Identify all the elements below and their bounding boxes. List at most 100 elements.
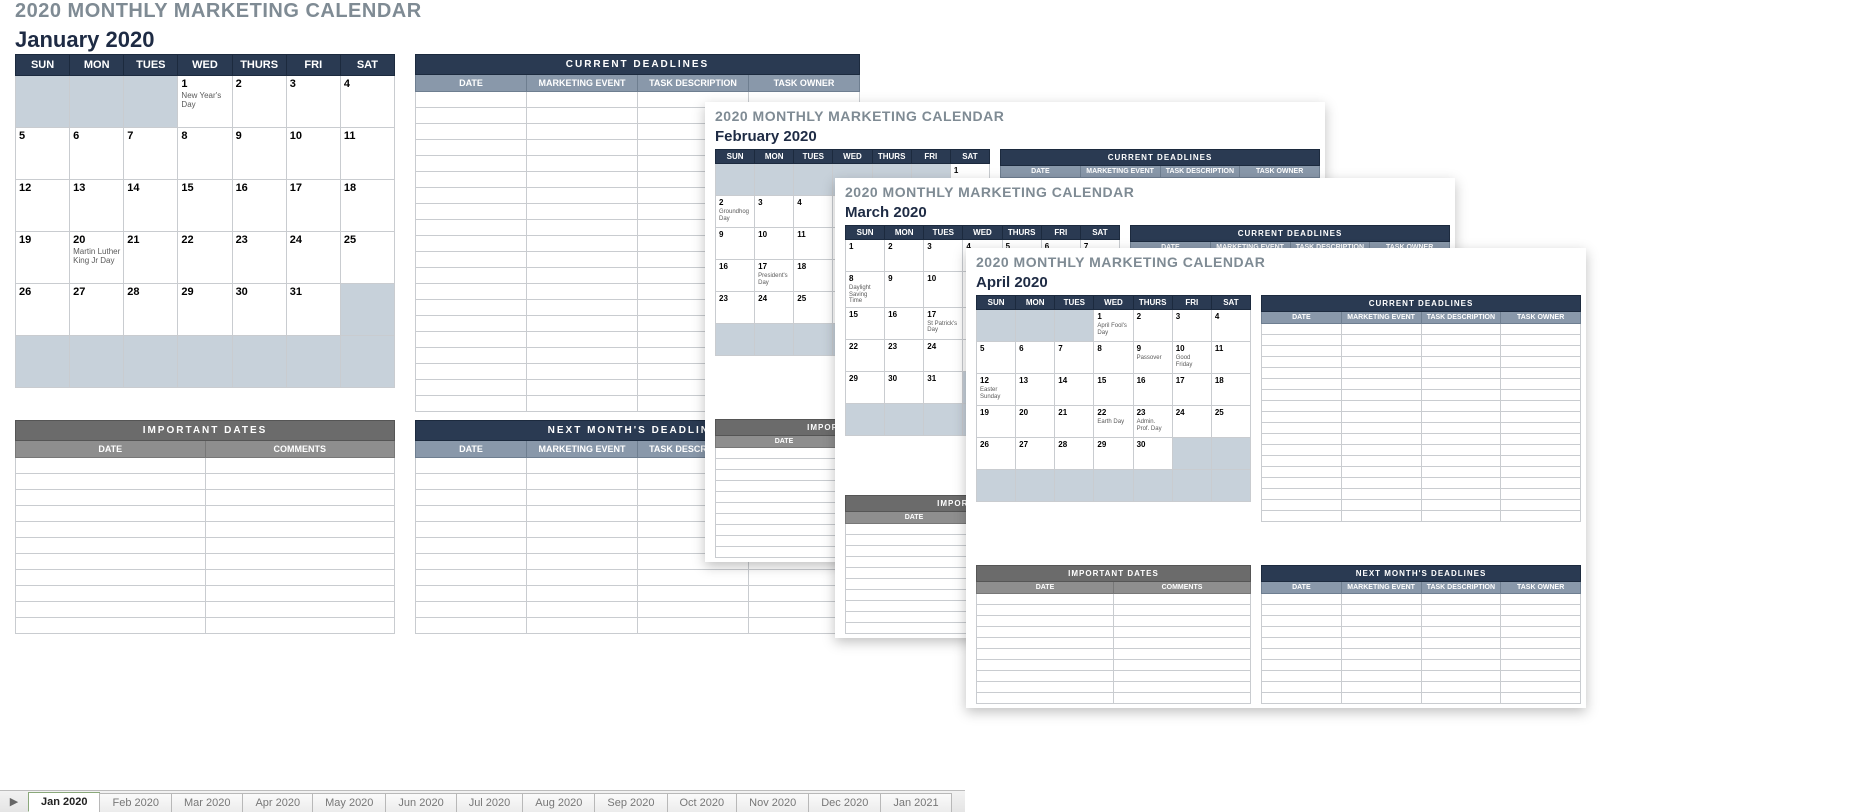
calendar-cell[interactable]: 24	[924, 339, 963, 371]
calendar-cell[interactable]	[1016, 470, 1055, 502]
table-row[interactable]	[1262, 401, 1581, 412]
sheet-tab[interactable]: Jan 2021	[880, 793, 951, 812]
table-row[interactable]	[1262, 445, 1581, 456]
calendar-cell[interactable]: 9Passover	[1133, 342, 1172, 374]
table-row[interactable]	[977, 638, 1251, 649]
calendar-cell[interactable]: 22	[178, 232, 232, 284]
calendar-cell[interactable]	[178, 336, 232, 388]
calendar-cell[interactable]	[232, 336, 286, 388]
calendar-cell[interactable]: 18	[794, 260, 833, 292]
calendar-cell[interactable]: 16	[232, 180, 286, 232]
calendar-cell[interactable]: 26	[16, 284, 70, 336]
calendar-cell[interactable]: 14	[1055, 374, 1094, 406]
table-row[interactable]	[16, 586, 395, 602]
calendar-cell[interactable]: 16	[716, 260, 755, 292]
table-row[interactable]	[416, 586, 860, 602]
table-row[interactable]	[16, 538, 395, 554]
calendar-cell[interactable]: 28	[124, 284, 178, 336]
calendar-cell[interactable]: 1New Year's Day	[178, 76, 232, 128]
calendar-cell[interactable]: 17	[286, 180, 340, 232]
calendar-cell[interactable]: 29	[178, 284, 232, 336]
calendar-cell[interactable]: 12Easter Sunday	[977, 374, 1016, 406]
calendar-cell[interactable]: 7	[1055, 342, 1094, 374]
calendar-cell[interactable]: 1April Fool's Day	[1094, 310, 1133, 342]
calendar-cell[interactable]: 18	[1211, 374, 1250, 406]
calendar-cell[interactable]	[1172, 438, 1211, 470]
calendar-cell[interactable]: 20	[1016, 406, 1055, 438]
table-row[interactable]	[16, 618, 395, 634]
calendar-cell[interactable]	[1172, 470, 1211, 502]
table-row[interactable]	[977, 682, 1251, 693]
sheet-tab[interactable]: Sep 2020	[594, 793, 667, 812]
table-row[interactable]	[977, 627, 1251, 638]
sheet-tab[interactable]: Nov 2020	[736, 793, 809, 812]
table-row[interactable]	[16, 506, 395, 522]
calendar-cell[interactable]: 29	[1094, 438, 1133, 470]
table-row[interactable]	[1262, 627, 1581, 638]
table-row[interactable]	[16, 602, 395, 618]
calendar-cell[interactable]: 4	[794, 196, 833, 228]
sheet-tab[interactable]: Apr 2020	[242, 793, 313, 812]
calendar-cell[interactable]	[70, 76, 124, 128]
calendar-cell[interactable]: 11	[794, 228, 833, 260]
calendar-cell[interactable]: 9	[232, 128, 286, 180]
table-row[interactable]	[1262, 434, 1581, 445]
calendar-cell[interactable]	[1094, 470, 1133, 502]
calendar-cell[interactable]: 21	[1055, 406, 1094, 438]
calendar-cell[interactable]: 2	[885, 240, 924, 272]
calendar-cell[interactable]: 18	[340, 180, 394, 232]
table-row[interactable]	[1262, 456, 1581, 467]
calendar-cell[interactable]	[755, 324, 794, 356]
calendar-cell[interactable]: 28	[1055, 438, 1094, 470]
calendar-cell[interactable]: 10	[755, 228, 794, 260]
calendar-cell[interactable]: 25	[340, 232, 394, 284]
calendar-cell[interactable]: 7	[124, 128, 178, 180]
calendar-cell[interactable]: 2	[1133, 310, 1172, 342]
calendar-cell[interactable]	[340, 284, 394, 336]
table-row[interactable]	[1262, 682, 1581, 693]
calendar-cell[interactable]: 21	[124, 232, 178, 284]
calendar-cell[interactable]: 25	[1211, 406, 1250, 438]
calendar-cell[interactable]: 3	[1172, 310, 1211, 342]
calendar-cell[interactable]: 22	[846, 339, 885, 371]
calendar-cell[interactable]: 30	[232, 284, 286, 336]
calendar-cell[interactable]: 17St Patrick's Day	[924, 307, 963, 339]
sheet-tab[interactable]: Mar 2020	[171, 793, 243, 812]
sheet-tab[interactable]: Oct 2020	[667, 793, 738, 812]
calendar-cell[interactable]: 10	[924, 272, 963, 308]
calendar-cell[interactable]: 12	[16, 180, 70, 232]
calendar-cell[interactable]: 6	[1016, 342, 1055, 374]
calendar-cell[interactable]: 10Good Friday	[1172, 342, 1211, 374]
calendar-cell[interactable]: 13	[70, 180, 124, 232]
table-row[interactable]	[1262, 379, 1581, 390]
calendar-cell[interactable]	[1211, 438, 1250, 470]
calendar-cell[interactable]	[977, 310, 1016, 342]
calendar-cell[interactable]: 19	[16, 232, 70, 284]
calendar-cell[interactable]: 9	[716, 228, 755, 260]
calendar-cell[interactable]: 23	[885, 339, 924, 371]
sheet-tab[interactable]: Feb 2020	[99, 793, 171, 812]
sheet-tab[interactable]: Jul 2020	[456, 793, 524, 812]
calendar-cell[interactable]: 23	[232, 232, 286, 284]
table-row[interactable]	[1262, 335, 1581, 346]
calendar-cell[interactable]: 25	[794, 292, 833, 324]
table-row[interactable]	[1262, 324, 1581, 335]
calendar-cell[interactable]: 8	[1094, 342, 1133, 374]
sheet-tab[interactable]: Dec 2020	[808, 793, 881, 812]
calendar-cell[interactable]: 5	[16, 128, 70, 180]
calendar-cell[interactable]: 29	[846, 371, 885, 403]
calendar-cell[interactable]: 30	[1133, 438, 1172, 470]
table-row[interactable]	[1262, 346, 1581, 357]
calendar-cell[interactable]: 4	[1211, 310, 1250, 342]
calendar-cell[interactable]	[16, 336, 70, 388]
calendar-cell[interactable]: 17	[1172, 374, 1211, 406]
table-row[interactable]	[977, 660, 1251, 671]
calendar-cell[interactable]	[924, 403, 963, 435]
calendar-cell[interactable]: 31	[924, 371, 963, 403]
calendar-cell[interactable]: 5	[977, 342, 1016, 374]
calendar-cell[interactable]: 13	[1016, 374, 1055, 406]
calendar-cell[interactable]: 15	[846, 307, 885, 339]
calendar-cell[interactable]: 17President's Day	[755, 260, 794, 292]
sheet-tab[interactable]: Jun 2020	[385, 793, 456, 812]
calendar-cell[interactable]: 24	[1172, 406, 1211, 438]
